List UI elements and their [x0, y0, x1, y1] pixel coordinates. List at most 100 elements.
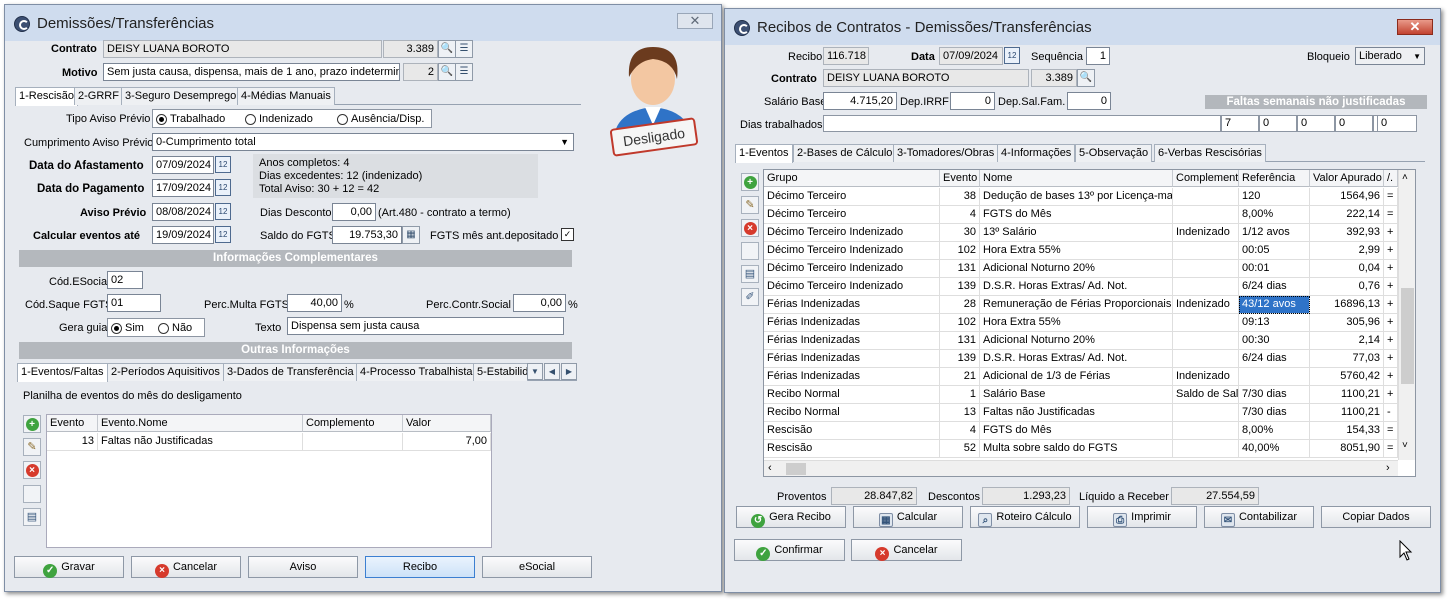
dias-trabalhados-bar[interactable]	[823, 115, 1221, 132]
right-cell-evento[interactable]: 4	[940, 422, 980, 440]
add-event-button[interactable]: +	[23, 415, 41, 433]
tab-estabilidade[interactable]: 5-Estabilid	[473, 363, 528, 381]
right-cell-sinal[interactable]: +	[1384, 332, 1398, 350]
tabs-prev-icon[interactable]: ◀	[544, 363, 560, 380]
right-cell-sinal[interactable]: +	[1384, 260, 1398, 278]
grid-horizontal-scrollbar[interactable]: ‹ ›	[764, 460, 1398, 476]
tab-grrf[interactable]: 2-GRRF	[74, 87, 123, 105]
contrato-code-field[interactable]: 3.389	[383, 40, 438, 58]
right-cell-sinal[interactable]: =	[1384, 422, 1398, 440]
contrato-field[interactable]: DEISY LUANA BOROTO	[103, 40, 382, 58]
right-cell-referencia[interactable]: 120	[1239, 188, 1310, 206]
sequencia-field[interactable]: 1	[1086, 47, 1110, 65]
right-cell-complemento[interactable]	[1173, 242, 1239, 260]
right-col-valor-apurado[interactable]: Valor Apurado	[1310, 170, 1384, 187]
tab-processo-trabalhista[interactable]: 4-Processo Trabalhista	[356, 363, 477, 381]
faltas-box-6[interactable]: 0	[1377, 115, 1417, 132]
right-close-button[interactable]: ✕	[1397, 19, 1433, 35]
left-row-complemento[interactable]	[303, 433, 403, 451]
left-row-evento[interactable]: 13	[47, 433, 98, 451]
right-cell-complemento[interactable]	[1173, 404, 1239, 422]
motivo-search-icon[interactable]: 🔍	[438, 63, 456, 81]
right-cell-nome[interactable]: FGTS do Mês	[980, 422, 1173, 440]
right-cell-grupo[interactable]: Férias Indenizadas	[764, 350, 940, 368]
right-cell-complemento[interactable]: Indenizado	[1173, 296, 1239, 314]
tabs-dropdown-icon[interactable]: ▼	[527, 363, 543, 380]
aviso-previo-field[interactable]: 08/08/2024	[152, 203, 214, 221]
right-cell-sinal[interactable]: +	[1384, 314, 1398, 332]
right-cell-complemento[interactable]	[1173, 422, 1239, 440]
roteiro-calculo-button[interactable]: ⌕ Roteiro Cálculo	[970, 506, 1080, 528]
calcular-eventos-field[interactable]: 19/09/2024	[152, 226, 214, 244]
scroll-left-icon[interactable]: ‹	[768, 462, 772, 474]
right-col-grupo[interactable]: Grupo	[764, 170, 940, 187]
right-cell-referencia[interactable]: 8,00%	[1239, 206, 1310, 224]
right-cell-sinal[interactable]: =	[1384, 188, 1398, 206]
right-cell-sinal[interactable]: +	[1384, 296, 1398, 314]
right-cell-referencia[interactable]: 1/12 avos	[1239, 224, 1310, 242]
saldo-fgts-field[interactable]: 19.753,30	[332, 226, 402, 244]
right-cell-evento[interactable]: 139	[940, 278, 980, 296]
right-cell-evento[interactable]: 131	[940, 332, 980, 350]
right-cell-referencia[interactable]: 8,00%	[1239, 422, 1310, 440]
right-cell-sinal[interactable]: =	[1384, 206, 1398, 224]
right-cell-referencia[interactable]: 40,00%	[1239, 440, 1310, 458]
right-cell-nome[interactable]: Adicional Noturno 20%	[980, 332, 1173, 350]
right-cell-complemento[interactable]: Saldo de Salá	[1173, 386, 1239, 404]
right-cell-nome[interactable]: Hora Extra 55%	[980, 242, 1173, 260]
right-cell-nome[interactable]: FGTS do Mês	[980, 206, 1173, 224]
right-cell-valor-apurado[interactable]: 0,76	[1310, 278, 1384, 296]
aviso-button[interactable]: Aviso	[248, 556, 358, 578]
right-cell-sinal[interactable]: +	[1384, 224, 1398, 242]
data-calendar-icon[interactable]: 12	[1004, 47, 1020, 64]
right-cell-grupo[interactable]: Recibo Normal	[764, 404, 940, 422]
left-row-nome[interactable]: Faltas não Justificadas	[98, 433, 303, 451]
right-cell-valor-apurado[interactable]: 392,93	[1310, 224, 1384, 242]
right-cell-evento[interactable]: 102	[940, 242, 980, 260]
right-edit2-button[interactable]: ✐	[741, 288, 759, 306]
contabilizar-button[interactable]: ✉ Contabilizar	[1204, 506, 1314, 528]
right-cell-nome[interactable]: D.S.R. Horas Extras/ Ad. Not.	[980, 278, 1173, 296]
radio-nao[interactable]: Não	[158, 322, 192, 334]
right-cell-referencia[interactable]: 7/30 dias	[1239, 386, 1310, 404]
right-cell-grupo[interactable]: Décimo Terceiro Indenizado	[764, 278, 940, 296]
recibo-button[interactable]: Recibo	[365, 556, 475, 578]
right-cell-complemento[interactable]	[1173, 314, 1239, 332]
right-cell-evento[interactable]: 1	[940, 386, 980, 404]
tab-periodos-aquisitivos[interactable]: 2-Períodos Aquisitivos	[107, 363, 224, 381]
pagamento-calendar-icon[interactable]: 12	[215, 179, 231, 196]
right-delete-button[interactable]: ×	[741, 219, 759, 237]
right-cell-valor-apurado[interactable]: 8051,90	[1310, 440, 1384, 458]
right-cell-valor-apurado[interactable]: 1100,21	[1310, 404, 1384, 422]
right-cell-sinal[interactable]: +	[1384, 386, 1398, 404]
tab-rescisao[interactable]: 1-Rescisão	[15, 87, 79, 106]
right-cell-sinal[interactable]: +	[1384, 350, 1398, 368]
right-cell-complemento[interactable]	[1173, 332, 1239, 350]
right-cell-evento[interactable]: 4	[940, 206, 980, 224]
right-cell-referencia[interactable]: 00:05	[1239, 242, 1310, 260]
right-cell-valor-apurado[interactable]: 16896,13	[1310, 296, 1384, 314]
cod-saque-field[interactable]: 01	[107, 294, 161, 312]
right-cell-nome[interactable]: Adicional de 1/3 de Férias	[980, 368, 1173, 386]
tab-medias-manuais[interactable]: 4-Médias Manuais	[237, 87, 335, 105]
right-contrato-search-icon[interactable]: 🔍	[1077, 69, 1095, 87]
right-cell-valor-apurado[interactable]: 0,04	[1310, 260, 1384, 278]
right-cell-sinal[interactable]: +	[1384, 278, 1398, 296]
right-cell-valor-apurado[interactable]: 2,14	[1310, 332, 1384, 350]
dep-irrf-field[interactable]: 0	[950, 92, 995, 110]
right-cell-referencia[interactable]: 6/24 dias	[1239, 350, 1310, 368]
right-cell-grupo[interactable]: Décimo Terceiro	[764, 206, 940, 224]
right-cell-complemento[interactable]	[1173, 188, 1239, 206]
left-col-valor[interactable]: Valor	[403, 415, 491, 432]
scroll-down-icon[interactable]: ˅	[1402, 440, 1408, 451]
blank-side-button[interactable]	[23, 485, 41, 503]
cod-esocial-field[interactable]: 02	[107, 271, 143, 289]
right-cell-evento[interactable]: 131	[940, 260, 980, 278]
radio-indenizado[interactable]: Indenizado	[245, 113, 313, 125]
esocial-button[interactable]: eSocial	[482, 556, 592, 578]
bloqueio-select[interactable]: Liberado ▼	[1355, 47, 1425, 65]
calcular-button[interactable]: ▦ Calcular	[853, 506, 963, 528]
scroll-thumb[interactable]	[1401, 288, 1414, 384]
left-col-evento[interactable]: Evento	[47, 415, 98, 432]
right-cell-nome[interactable]: Adicional Noturno 20%	[980, 260, 1173, 278]
